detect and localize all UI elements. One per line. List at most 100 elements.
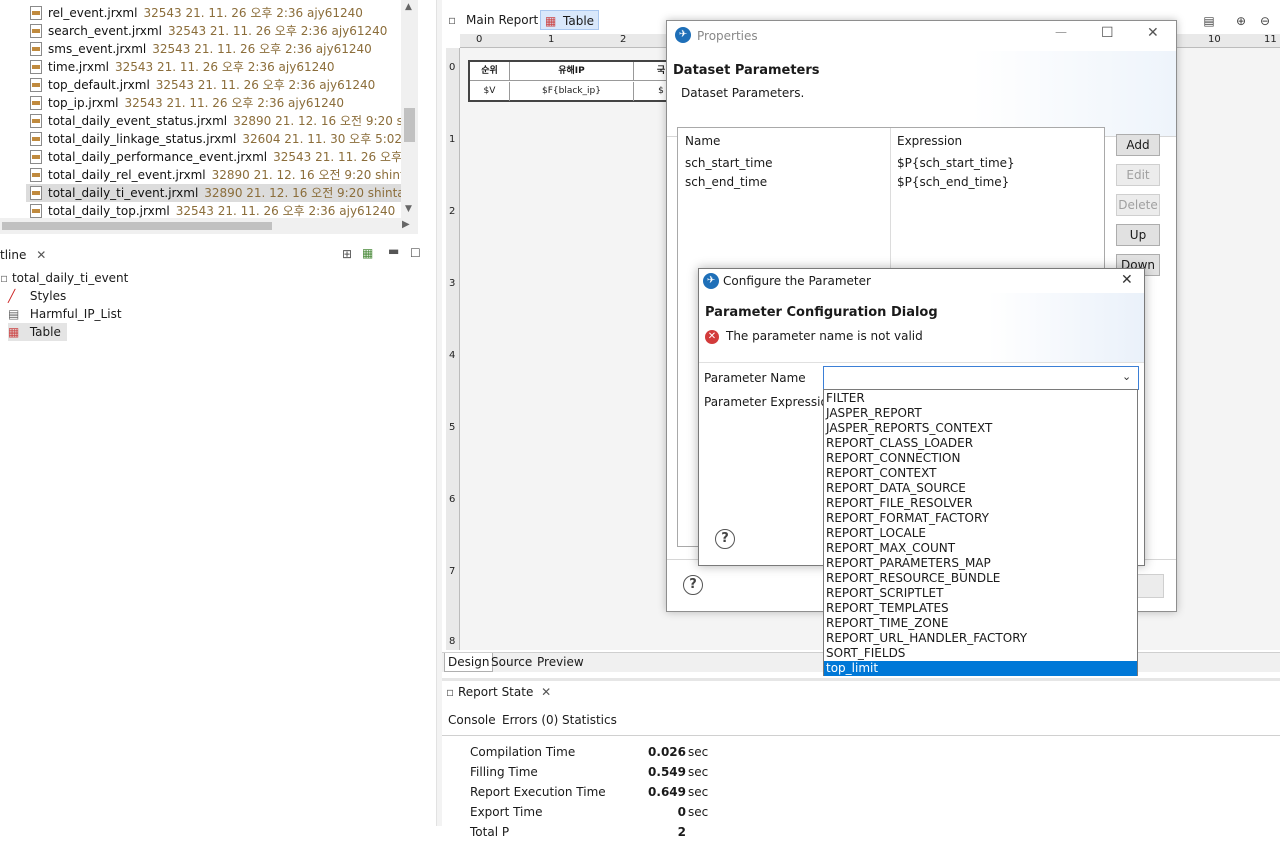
file-item[interactable]: top_ip.jrxml 32543 21. 11. 26 오후 2:36 ajy… <box>26 94 418 112</box>
file-item[interactable]: total_daily_linkage_status.jrxml 32604 21… <box>26 130 418 148</box>
dropdown-option[interactable]: REPORT_DATA_SOURCE <box>824 481 1137 496</box>
file-meta: 32890 21. 12. 16 오전 9:20 shintaek.kang <box>204 186 418 200</box>
dropdown-option[interactable]: REPORT_RESOURCE_BUNDLE <box>824 571 1137 586</box>
vertical-scrollbar[interactable]: ▲ ▼ <box>401 0 418 218</box>
stat-row: Total P 2 <box>470 822 686 842</box>
scroll-down-arrow[interactable]: ▼ <box>405 204 412 214</box>
close-icon[interactable]: ✕ <box>36 248 46 262</box>
help-icon[interactable]: ? <box>715 529 735 549</box>
layout-icon[interactable]: ▤ <box>1200 12 1218 30</box>
dropdown-option[interactable]: JASPER_REPORT <box>824 406 1137 421</box>
file-name: total_daily_performance_event.jrxml <box>48 150 268 164</box>
file-item[interactable]: rel_event.jrxml 32543 21. 11. 26 오후 2:36 … <box>26 4 418 22</box>
scrollbar-thumb[interactable] <box>404 108 415 142</box>
file-item[interactable]: sms_event.jrxml 32543 21. 11. 26 오후 2:36 … <box>26 40 418 58</box>
dropdown-option[interactable]: REPORT_MAX_COUNT <box>824 541 1137 556</box>
outline-tab[interactable]: tline ✕ <box>0 248 46 262</box>
dropdown-option[interactable]: top_limit <box>824 661 1137 676</box>
tab-errors[interactable]: Errors (0) <box>502 713 558 727</box>
delete-button[interactable]: Delete <box>1116 194 1160 216</box>
file-meta: 32890 21. 12. 16 오전 9:20 shintaek. <box>233 114 418 128</box>
parameter-name-cell[interactable]: sch_end_time <box>685 175 767 189</box>
column-header-name[interactable]: Name <box>685 134 720 148</box>
properties-title-bar[interactable]: ✈ Properties — ☐ ✕ <box>667 21 1176 51</box>
file-item[interactable]: time.jrxml 32543 21. 11. 26 오후 2:36 ajy61… <box>26 58 418 76</box>
file-name: total_daily_ti_event.jrxml <box>48 186 199 200</box>
outline-item-styles[interactable]: ╱ Styles <box>8 287 66 305</box>
outline-item-table[interactable]: ▦ Table <box>8 323 67 341</box>
table-detail-cell[interactable]: $V <box>470 82 510 101</box>
report-state-tab[interactable]: ▫ Report State ✕ <box>446 685 551 699</box>
parameter-name-label: Parameter Name <box>704 371 806 385</box>
close-icon[interactable]: ✕ <box>1147 25 1159 41</box>
table-header-cell[interactable]: 유해IP <box>510 62 634 81</box>
maximize-icon[interactable]: ☐ <box>410 246 421 260</box>
tab-statistics[interactable]: Statistics <box>562 713 617 727</box>
stat-row: Export Time 0 sec <box>470 802 708 822</box>
dropdown-option[interactable]: REPORT_FORMAT_FACTORY <box>824 511 1137 526</box>
parameter-name-cell[interactable]: sch_start_time <box>685 156 773 170</box>
dropdown-option[interactable]: REPORT_LOCALE <box>824 526 1137 541</box>
jrxml-file-icon <box>30 24 42 38</box>
minimize-icon[interactable]: ▬ <box>388 244 399 258</box>
dropdown-option[interactable]: REPORT_URL_HANDLER_FACTORY <box>824 631 1137 646</box>
dropdown-option[interactable]: REPORT_TIME_ZONE <box>824 616 1137 631</box>
tab-table[interactable]: ▦ Table <box>540 10 600 30</box>
add-button[interactable]: Add <box>1116 134 1160 156</box>
column-header-expression[interactable]: Expression <box>897 134 962 148</box>
parameter-expression-cell[interactable]: $P{sch_start_time} <box>897 156 1015 170</box>
zoom-out-icon[interactable]: ⊖ <box>1256 12 1274 30</box>
close-icon[interactable]: ✕ <box>541 685 551 699</box>
dropdown-option[interactable]: SORT_FIELDS <box>824 646 1137 661</box>
dropdown-option[interactable]: REPORT_TEMPLATES <box>824 601 1137 616</box>
tree-icon[interactable]: ⊞ <box>342 247 352 261</box>
dropdown-option[interactable]: REPORT_CLASS_LOADER <box>824 436 1137 451</box>
dropdown-option[interactable]: JASPER_REPORTS_CONTEXT <box>824 421 1137 436</box>
tab-label: Main Report <box>466 13 539 27</box>
parameter-name-combo[interactable]: ⌄ <box>823 366 1139 390</box>
config-title-bar[interactable]: ✈ Configure the Parameter ✕ <box>699 269 1144 293</box>
maximize-icon[interactable]: ☐ <box>1101 25 1114 41</box>
help-icon[interactable]: ? <box>683 575 703 595</box>
edit-button[interactable]: Edit <box>1116 164 1160 186</box>
tab-design[interactable]: Design <box>444 653 494 672</box>
outline-item-dataset[interactable]: ▤ Harmful_IP_List <box>8 305 122 323</box>
dropdown-option[interactable]: REPORT_SCRIPTLET <box>824 586 1137 601</box>
file-meta: 32543 21. 11. 26 오후 2:36 ajy61240 <box>115 60 335 74</box>
up-button[interactable]: Up <box>1116 224 1160 246</box>
tab-main-report[interactable]: ▫ Main Report <box>444 10 542 30</box>
close-icon[interactable]: ✕ <box>1121 272 1133 288</box>
file-name: total_daily_rel_event.jrxml <box>48 168 206 182</box>
dropdown-option[interactable]: REPORT_PARAMETERS_MAP <box>824 556 1137 571</box>
file-item[interactable]: total_daily_event_status.jrxml 32890 21. … <box>26 112 418 130</box>
file-item[interactable]: search_event.jrxml 32543 21. 11. 26 오후 2:… <box>26 22 418 40</box>
tab-console[interactable]: Console <box>448 713 496 727</box>
filter-icon[interactable]: ▦ <box>362 246 373 260</box>
scroll-up-arrow[interactable]: ▲ <box>405 2 412 12</box>
file-item[interactable]: top_default.jrxml 32543 21. 11. 26 오후 2:3… <box>26 76 418 94</box>
parameter-expression-cell[interactable]: $P{sch_end_time} <box>897 175 1009 189</box>
tab-source[interactable]: Source <box>488 653 535 672</box>
file-item[interactable]: total_daily_rel_event.jrxml 32890 21. 12.… <box>26 166 418 184</box>
ruler-number: 11 <box>1264 34 1277 45</box>
file-item[interactable]: total_daily_ti_event.jrxml 32890 21. 12. … <box>26 184 418 202</box>
table-header-cell[interactable]: 순위 <box>470 62 510 81</box>
outline-root[interactable]: ▫ total_daily_ti_event <box>0 269 128 287</box>
parameter-name-dropdown[interactable]: FILTER JASPER_REPORT JASPER_REPORTS_CONTEX… <box>823 389 1138 676</box>
chevron-down-icon[interactable]: ⌄ <box>1122 370 1131 383</box>
minimize-icon[interactable]: — <box>1055 25 1067 39</box>
dataset-icon: ▤ <box>8 307 20 321</box>
scroll-right-arrow[interactable]: ▶ <box>402 219 410 230</box>
horizontal-scrollbar[interactable]: ▶ <box>0 218 418 234</box>
dropdown-option[interactable]: REPORT_CONNECTION <box>824 451 1137 466</box>
file-item[interactable]: total_daily_performance_event.jrxml 32543… <box>26 148 418 166</box>
scrollbar-thumb[interactable] <box>2 222 272 230</box>
table-detail-cell[interactable]: $F{black_ip} <box>510 82 634 101</box>
tab-preview[interactable]: Preview <box>534 653 587 672</box>
dropdown-option[interactable]: REPORT_FILE_RESOLVER <box>824 496 1137 511</box>
dropdown-option[interactable]: FILTER <box>824 391 1137 406</box>
zoom-in-icon[interactable]: ⊕ <box>1232 12 1250 30</box>
report-state-title: Report State <box>457 685 534 699</box>
dropdown-option[interactable]: REPORT_CONTEXT <box>824 466 1137 481</box>
table-element[interactable]: 순위 유해IP 국 $V $F{black_ip} $ <box>468 60 688 102</box>
